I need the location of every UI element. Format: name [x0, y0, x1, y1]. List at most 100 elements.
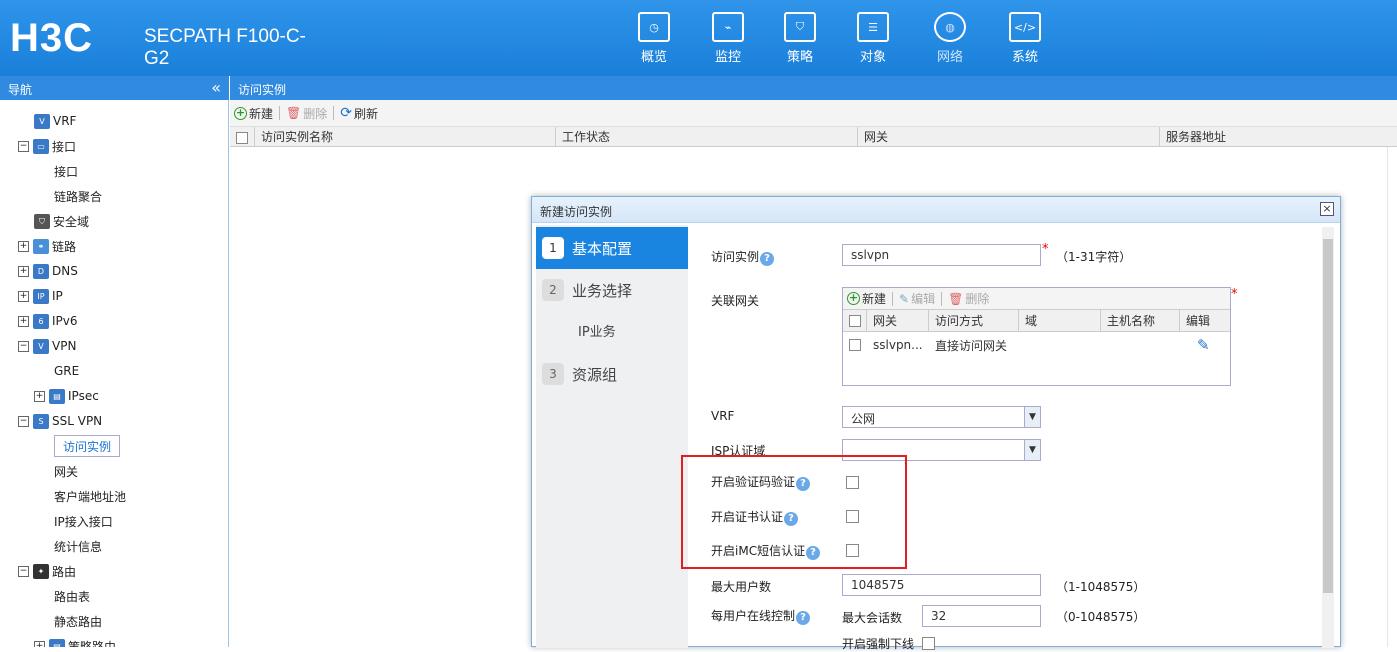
tree-item-ip[interactable]: + IP IP — [18, 285, 63, 307]
new-label: 新建 — [862, 292, 887, 306]
column-header[interactable]: 访问实例名称 — [255, 127, 556, 147]
tree-item-route-table[interactable]: 路由表 — [54, 585, 90, 607]
label-text: 每用户在线控制 — [711, 609, 796, 623]
tree-item-gateway[interactable]: 网关 — [54, 460, 78, 482]
step-number: 2 — [542, 279, 564, 301]
nav-object[interactable]: ☰ 对象 — [843, 12, 903, 65]
row-select-cell — [843, 332, 867, 358]
edit-label: 编辑 — [911, 292, 936, 306]
collapse-toggle-icon[interactable]: − — [18, 340, 29, 352]
nav-network[interactable]: ◍ 网络 — [920, 12, 980, 65]
step-service-select[interactable]: 2 业务选择 — [536, 269, 688, 311]
row-checkbox[interactable] — [849, 339, 861, 351]
tree-item-ipv6[interactable]: +6 IPv6 — [18, 310, 78, 332]
column-header: 编辑 — [1186, 314, 1211, 328]
table-row[interactable]: sslvpn... 直接访问网关 ✎ — [843, 332, 1230, 358]
shield-icon: ⛉ — [784, 12, 816, 42]
tree-label: 接口 — [54, 164, 79, 179]
tree-label: 链路聚合 — [54, 189, 103, 204]
column-header[interactable]: 域 — [1019, 310, 1101, 331]
tree-item-client-pool[interactable]: 客户端地址池 — [54, 485, 126, 507]
vrf-select[interactable]: 公网 ▼ — [842, 406, 1041, 428]
refresh-button[interactable]: ⟳ 刷新 — [340, 105, 378, 122]
tree-item-statistics[interactable]: 统计信息 — [54, 535, 102, 557]
nav-overview[interactable]: ◷ 概览 — [624, 12, 684, 65]
tree-item-interface-sub[interactable]: 接口 — [54, 160, 78, 182]
nav-system[interactable]: </> 系统 — [995, 12, 1055, 65]
tree-item-link[interactable]: + ⚭ 链路 — [18, 235, 76, 257]
tree-item-route[interactable]: − ✦ 路由 — [18, 560, 76, 582]
column-header[interactable]: 访问方式 — [929, 310, 1019, 331]
tree-label: 策略路由 — [68, 639, 117, 648]
page-scrollbar[interactable] — [1387, 147, 1397, 647]
monitor-icon: ⌁ — [712, 12, 744, 42]
column-header[interactable]: 工作状态 — [556, 127, 858, 147]
column-header[interactable]: 主机名称 — [1101, 310, 1180, 331]
tree-label: 客户端地址池 — [54, 489, 127, 504]
chevron-down-icon: ▼ — [1024, 407, 1040, 427]
instance-name-input[interactable]: sslvpn — [842, 244, 1041, 266]
max-sessions-input[interactable]: 32 — [922, 605, 1041, 627]
collapse-icon[interactable]: « — [211, 78, 221, 97]
tree-item-security-zone[interactable]: ⛉ 安全域 — [34, 210, 89, 232]
instance-table-header: 访问实例名称 工作状态 网关 服务器地址 — [230, 126, 1397, 147]
edit-icon[interactable]: ✎ — [1191, 332, 1221, 358]
nav-monitor[interactable]: ⌁ 监控 — [698, 12, 758, 65]
select-all-checkbox[interactable] — [236, 131, 248, 144]
expand-toggle-icon[interactable]: + — [18, 315, 29, 327]
gauge-icon: ◷ — [638, 12, 670, 42]
close-icon[interactable]: × — [1320, 202, 1334, 216]
expand-toggle-icon[interactable]: + — [34, 640, 45, 647]
delete-label: 删除 — [965, 292, 990, 306]
collapse-toggle-icon[interactable]: − — [18, 140, 29, 152]
tree-item-vrf[interactable]: V VRF — [34, 110, 76, 132]
gw-delete-button[interactable]: 🗑 删除 — [948, 290, 989, 307]
substep-ip-service[interactable]: IP业务 — [578, 321, 616, 340]
column-header[interactable]: 网关 — [867, 310, 929, 331]
column-header[interactable]: 网关 — [858, 127, 1160, 147]
label-text: 访问实例 — [711, 250, 760, 264]
expand-toggle-icon[interactable]: + — [34, 390, 45, 402]
step-resource-group[interactable]: 3 资源组 — [536, 353, 688, 395]
delete-button[interactable]: 🗑 删除 — [286, 105, 327, 122]
tree-item-dns[interactable]: + D DNS — [18, 260, 78, 282]
link-icon: ⚭ — [33, 238, 49, 254]
new-button[interactable]: + 新建 — [234, 105, 273, 122]
max-users-input[interactable]: 1048575 — [842, 574, 1041, 596]
column-header[interactable]: 服务器地址 — [1160, 127, 1397, 147]
scroll-thumb[interactable] — [1323, 239, 1333, 593]
tree-item-ipsec[interactable]: + ▤ IPsec — [34, 385, 99, 407]
tree-item-static-route[interactable]: 静态路由 — [54, 610, 102, 632]
tree-item-ssl-vpn[interactable]: − S SSL VPN — [18, 410, 102, 432]
internet-icon: ◍ — [934, 12, 966, 42]
gw-new-button[interactable]: + 新建 — [847, 290, 886, 307]
add-icon: + — [234, 105, 247, 120]
tree-item-vpn[interactable]: − V VPN — [18, 335, 76, 357]
force-offline-checkbox[interactable] — [922, 637, 935, 650]
dialog-scrollbar[interactable] — [1322, 227, 1334, 648]
gw-edit-button[interactable]: ✎ 编辑 — [899, 290, 935, 307]
tree-item-interface[interactable]: − ▭ 接口 — [18, 135, 76, 157]
help-icon[interactable]: ? — [796, 611, 811, 625]
tree-item-access-instance[interactable]: 访问实例 — [54, 435, 121, 457]
step-basic-config[interactable]: 1 基本配置 — [536, 227, 688, 269]
collapse-toggle-icon[interactable]: − — [18, 565, 29, 577]
sslvpn-icon: S — [33, 413, 49, 429]
expand-toggle-icon[interactable]: + — [18, 290, 29, 302]
collapse-toggle-icon[interactable]: − — [18, 415, 29, 427]
tree-item-ip-access-interface[interactable]: IP接入接口 — [54, 510, 113, 532]
tree-item-link-aggregation[interactable]: 链路聚合 — [54, 185, 102, 207]
tree-item-gre[interactable]: GRE — [54, 360, 79, 382]
chevron-down-icon: ▼ — [1024, 440, 1040, 460]
select-all-cell — [843, 310, 867, 331]
select-all-checkbox[interactable] — [849, 314, 861, 327]
vrf-label: VRF — [711, 409, 735, 423]
tree-label: IP接入接口 — [54, 514, 113, 529]
step-number: 1 — [542, 237, 564, 259]
expand-toggle-icon[interactable]: + — [18, 240, 29, 252]
help-icon[interactable]: ? — [760, 252, 775, 266]
wizard-steps: 1 基本配置 2 业务选择 IP业务 3 资源组 — [536, 225, 688, 648]
nav-policy[interactable]: ⛉ 策略 — [770, 12, 830, 65]
expand-toggle-icon[interactable]: + — [18, 265, 29, 277]
tree-item-policy-route[interactable]: + ▤ 策略路由 — [34, 635, 116, 647]
